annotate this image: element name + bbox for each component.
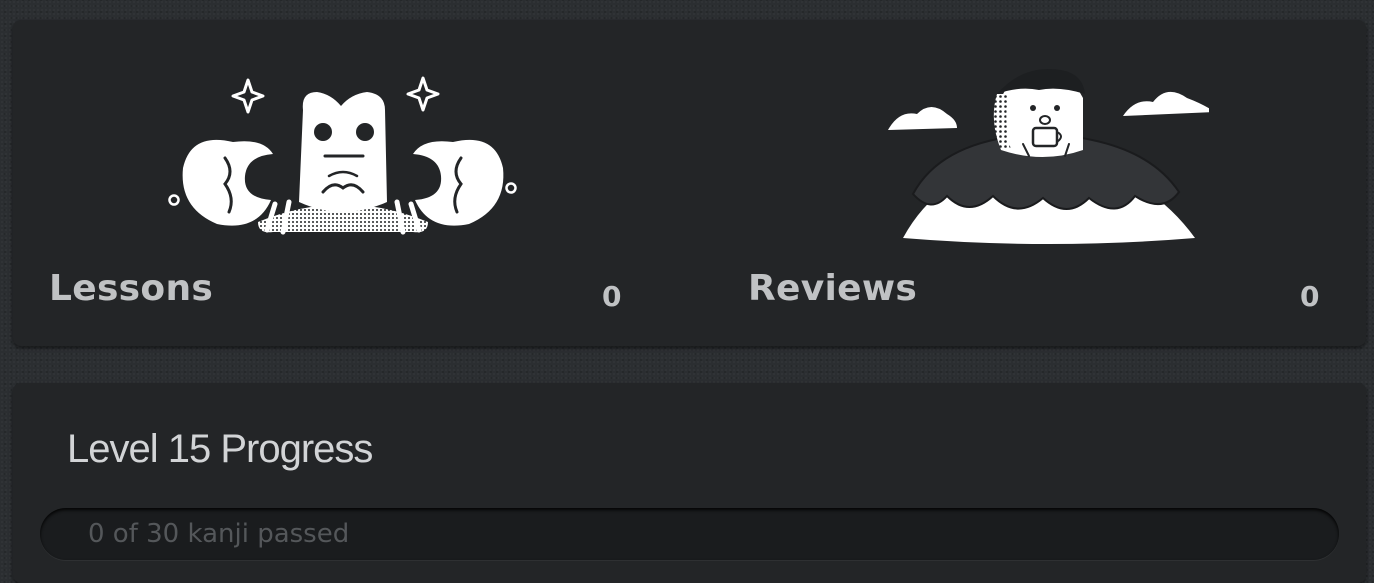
crab-mascot-icon	[168, 76, 517, 235]
kanji-progress-label: 0 of 30 kanji passed	[88, 519, 350, 549]
turtle-on-island-icon	[888, 69, 1209, 244]
kanji-progress-bar: 0 of 30 kanji passed	[40, 508, 1339, 560]
level-progress-card: Level 15 Progress 0 of 30 kanji passed	[13, 383, 1366, 583]
reviews-tile[interactable]: Reviews 0	[713, 20, 1366, 346]
reviews-count: 0	[1300, 280, 1320, 313]
lessons-title: Lessons	[49, 268, 214, 309]
lessons-reviews-card: Lessons 0 Reviews 0	[13, 20, 1366, 346]
level-progress-title: Level 15 Progress	[67, 427, 373, 471]
lessons-count: 0	[602, 280, 622, 313]
lessons-tile[interactable]: Lessons 0	[13, 20, 663, 346]
reviews-title: Reviews	[748, 268, 918, 309]
